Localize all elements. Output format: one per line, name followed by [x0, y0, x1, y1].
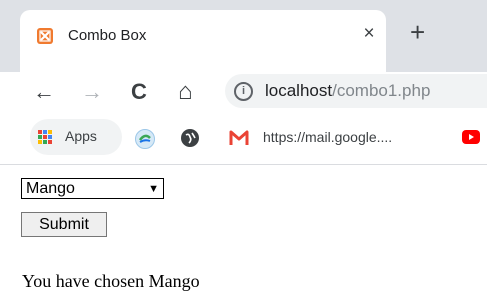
- bookmarks-bar: Apps https://mail.google....: [0, 112, 487, 165]
- fruit-select[interactable]: Mango ▼: [21, 178, 164, 199]
- xampp-favicon-icon: [37, 28, 53, 44]
- bookmark-apps[interactable]: Apps: [30, 119, 122, 155]
- url-path: /combo1.php: [332, 81, 431, 100]
- globe-icon[interactable]: [181, 129, 199, 147]
- tab-strip: Combo Box × +: [0, 0, 487, 72]
- submit-button[interactable]: Submit: [21, 212, 107, 237]
- tab-title: Combo Box: [68, 27, 147, 44]
- youtube-icon[interactable]: [462, 130, 480, 144]
- new-tab-icon[interactable]: +: [410, 19, 425, 45]
- tab-combo-box[interactable]: Combo Box ×: [20, 10, 386, 72]
- select-value: Mango: [26, 180, 75, 197]
- apps-grid-icon: [38, 130, 52, 144]
- dropdown-arrow-icon: ▼: [148, 183, 159, 195]
- reload-icon[interactable]: C: [131, 78, 147, 106]
- home-icon[interactable]: ⌂: [178, 78, 193, 106]
- forward-icon[interactable]: →: [81, 78, 103, 106]
- bookmark-apps-label: Apps: [65, 128, 97, 144]
- bookmark-swirl-icon[interactable]: [135, 129, 155, 149]
- info-icon[interactable]: i: [234, 82, 253, 101]
- close-tab-icon[interactable]: ×: [359, 24, 379, 44]
- url-text[interactable]: localhost/combo1.php: [265, 81, 430, 101]
- page-content: Mango ▼ Submit You have chosen Mango: [0, 165, 487, 291]
- url-host: localhost: [265, 81, 333, 100]
- gmail-icon[interactable]: [229, 129, 249, 147]
- bookmark-gmail-label[interactable]: https://mail.google....: [263, 129, 392, 145]
- address-bar[interactable]: i localhost/combo1.php: [225, 74, 487, 108]
- back-icon[interactable]: ←: [33, 78, 55, 106]
- browser-toolbar: ← → C ⌂ i localhost/combo1.php: [0, 72, 487, 112]
